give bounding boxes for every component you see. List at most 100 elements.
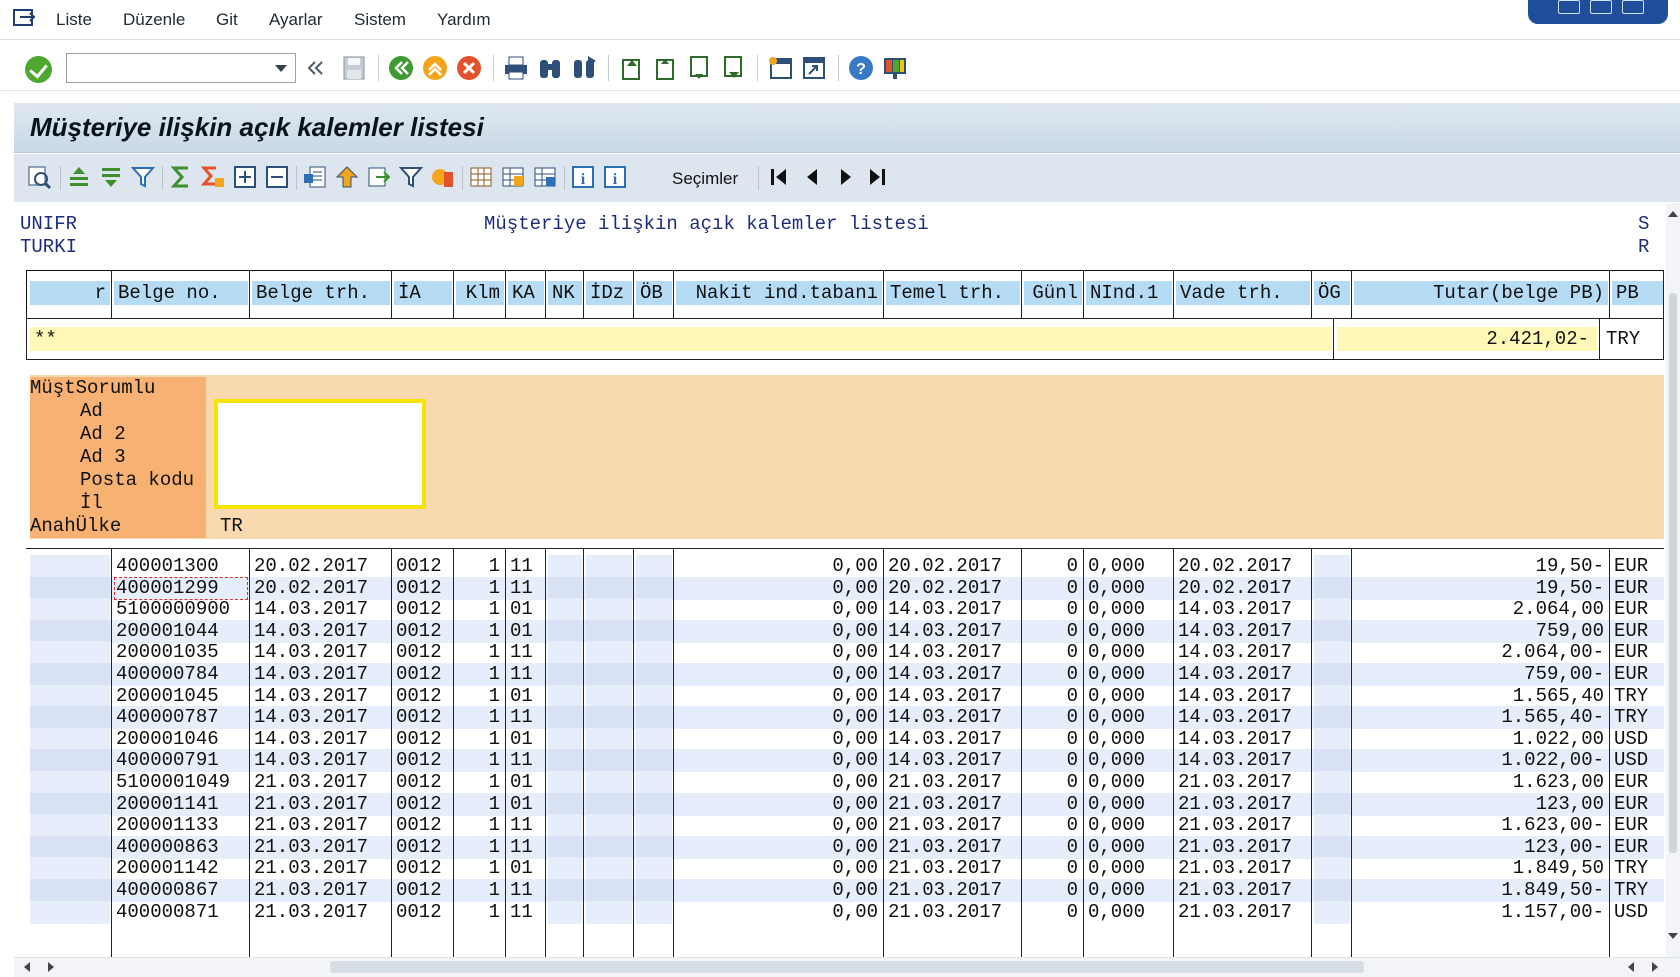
menu-duzenle[interactable]: Düzenle (123, 10, 185, 30)
find-icon[interactable] (536, 54, 564, 82)
vertical-scroll-thumb[interactable] (1669, 293, 1677, 853)
table-cell[interactable]: 400000863 (114, 836, 248, 859)
table-cell[interactable]: 400000871 (114, 901, 248, 924)
enter-icon[interactable] (25, 56, 52, 83)
previous-page-nav-icon[interactable] (800, 164, 826, 190)
table-row[interactable]: 5100001049 21.03.2017 0012 1 01 0,00 21.03.201… (30, 771, 1664, 794)
sort-descending-icon[interactable] (98, 164, 124, 190)
table-row[interactable]: 200001142 21.03.2017 0012 1 01 0,00 21.03.2017… (30, 857, 1664, 881)
table-row[interactable]: 200001133 21.03.2017 0012 1 11 0,00 21.03.2017… (30, 814, 1664, 838)
export-icon[interactable] (334, 164, 360, 190)
table-cell[interactable]: 400000787 (114, 706, 248, 729)
column-header[interactable]: r (30, 281, 110, 305)
column-header[interactable]: NInd.1 (1086, 281, 1172, 305)
scroll-right-icon[interactable] (48, 962, 54, 972)
filter-icon[interactable] (130, 164, 156, 190)
table-row[interactable]: 400000787 14.03.2017 0012 1 11 0,00 14.03.2017… (30, 706, 1664, 730)
command-field[interactable] (66, 53, 296, 83)
customize-layout-icon[interactable] (881, 54, 909, 82)
help-icon[interactable]: ? (847, 54, 875, 82)
column-header[interactable]: Belge no. (114, 281, 248, 305)
abc-analysis-icon[interactable] (398, 164, 424, 190)
column-header[interactable]: Temel trh. (886, 281, 1020, 305)
maximize-icon[interactable] (1590, 0, 1612, 14)
column-header[interactable]: İA (394, 281, 452, 305)
column-header[interactable]: ÖB (636, 281, 672, 305)
selections-button[interactable]: Seçimler (672, 169, 738, 189)
column-header[interactable]: KA (508, 281, 544, 305)
previous-page-icon[interactable] (651, 54, 679, 82)
create-session-icon[interactable] (766, 54, 794, 82)
menu-liste[interactable]: Liste (56, 10, 92, 30)
table-cell[interactable]: 400000784 (114, 663, 248, 686)
selections-icon[interactable]: i (602, 164, 628, 190)
spreadsheet-icon[interactable] (302, 164, 328, 190)
table-row[interactable]: 5100000900 14.03.2017 0012 1 01 0,00 14.03.201… (30, 598, 1664, 622)
horizontal-scroll-thumb[interactable] (330, 961, 1364, 973)
horizontal-scrollbar[interactable] (14, 957, 1680, 977)
collapse-command-icon[interactable] (305, 54, 325, 82)
table-cell[interactable]: 400000791 (114, 749, 248, 772)
scroll-down-icon[interactable] (1668, 933, 1678, 939)
expand-icon[interactable] (232, 164, 258, 190)
select-layout-icon[interactable] (500, 164, 526, 190)
column-header[interactable]: Klm (456, 281, 504, 305)
change-layout-icon[interactable] (468, 164, 494, 190)
table-row[interactable]: 400000871 21.03.2017 0012 1 11 0,00 21.03.2017… (30, 900, 1664, 924)
shortcut-icon[interactable] (800, 54, 828, 82)
column-header[interactable]: ÖG (1314, 281, 1350, 305)
column-header[interactable]: Günl (1024, 281, 1082, 305)
column-header[interactable]: Belge trh. (252, 281, 390, 305)
find-next-icon[interactable] (570, 54, 598, 82)
table-cell[interactable]: 400001300 (114, 555, 248, 578)
table-row[interactable]: 200001044 14.03.2017 0012 1 01 0,00 14.03.2017… (30, 619, 1664, 643)
menu-git[interactable]: Git (216, 10, 238, 30)
table-cell[interactable]: 200001142 (114, 857, 248, 880)
table-cell[interactable]: 5100001049 (114, 771, 248, 794)
table-cell[interactable]: 400000867 (114, 879, 248, 902)
table-cell[interactable]: 200001035 (114, 641, 248, 664)
save-layout-icon[interactable] (532, 164, 558, 190)
minimize-icon[interactable] (1558, 0, 1580, 14)
scroll-left-end-icon[interactable] (1628, 962, 1634, 972)
table-cell[interactable]: 200001141 (114, 793, 248, 816)
first-page-icon[interactable] (617, 54, 645, 82)
next-page-nav-icon[interactable] (832, 164, 858, 190)
send-icon[interactable] (366, 164, 392, 190)
menu-yardim[interactable]: Yardım (437, 10, 491, 30)
details-icon[interactable] (26, 164, 52, 190)
column-header[interactable]: Vade trh. (1176, 281, 1310, 305)
table-row[interactable]: 200001045 14.03.2017 0012 1 01 0,00 14.03.2017… (30, 684, 1664, 708)
print-icon[interactable] (502, 54, 530, 82)
column-header[interactable]: NK (548, 281, 582, 305)
table-row[interactable]: 400000863 21.03.2017 0012 1 11 0,00 21.03.2017… (30, 835, 1664, 859)
total-icon[interactable] (168, 164, 194, 190)
column-header[interactable]: İDz (586, 281, 632, 305)
table-row[interactable]: 400001300 20.02.2017 0012 1 11 0,00 20.02.2017… (30, 555, 1664, 578)
table-cell[interactable]: 200001044 (114, 620, 248, 643)
information-icon[interactable]: i (570, 164, 596, 190)
table-row[interactable]: 200001035 14.03.2017 0012 1 11 0,00 14.03.2017… (30, 641, 1664, 665)
cancel-icon[interactable] (455, 54, 483, 82)
scroll-right-end-icon[interactable] (1652, 962, 1658, 972)
table-cell[interactable]: 200001046 (114, 728, 248, 751)
menu-toggle-icon[interactable] (12, 7, 38, 29)
last-page-nav-icon[interactable] (864, 164, 890, 190)
table-row[interactable]: 400000791 14.03.2017 0012 1 11 0,00 14.03.2017… (30, 749, 1664, 773)
table-cell[interactable]: 5100000900 (114, 598, 248, 621)
first-page-nav-icon[interactable] (766, 164, 792, 190)
column-header[interactable]: Nakit ind.tabanı (676, 281, 882, 305)
close-window-icon[interactable] (1622, 0, 1644, 14)
table-cell[interactable]: 200001045 (114, 685, 248, 708)
graphic-icon[interactable] (430, 164, 456, 190)
scroll-left-icon[interactable] (24, 962, 30, 972)
table-cell[interactable]: 200001133 (114, 814, 248, 837)
exit-icon[interactable] (421, 54, 449, 82)
last-page-icon[interactable] (719, 54, 747, 82)
vertical-scrollbar[interactable] (1666, 203, 1680, 957)
next-page-icon[interactable] (685, 54, 713, 82)
menu-ayarlar[interactable]: Ayarlar (269, 10, 323, 30)
collapse-icon[interactable] (264, 164, 290, 190)
table-cell[interactable]: 400001299 (114, 576, 248, 600)
table-row[interactable]: 400001299 20.02.2017 0012 1 11 0,00 20.02.2017… (30, 576, 1664, 600)
